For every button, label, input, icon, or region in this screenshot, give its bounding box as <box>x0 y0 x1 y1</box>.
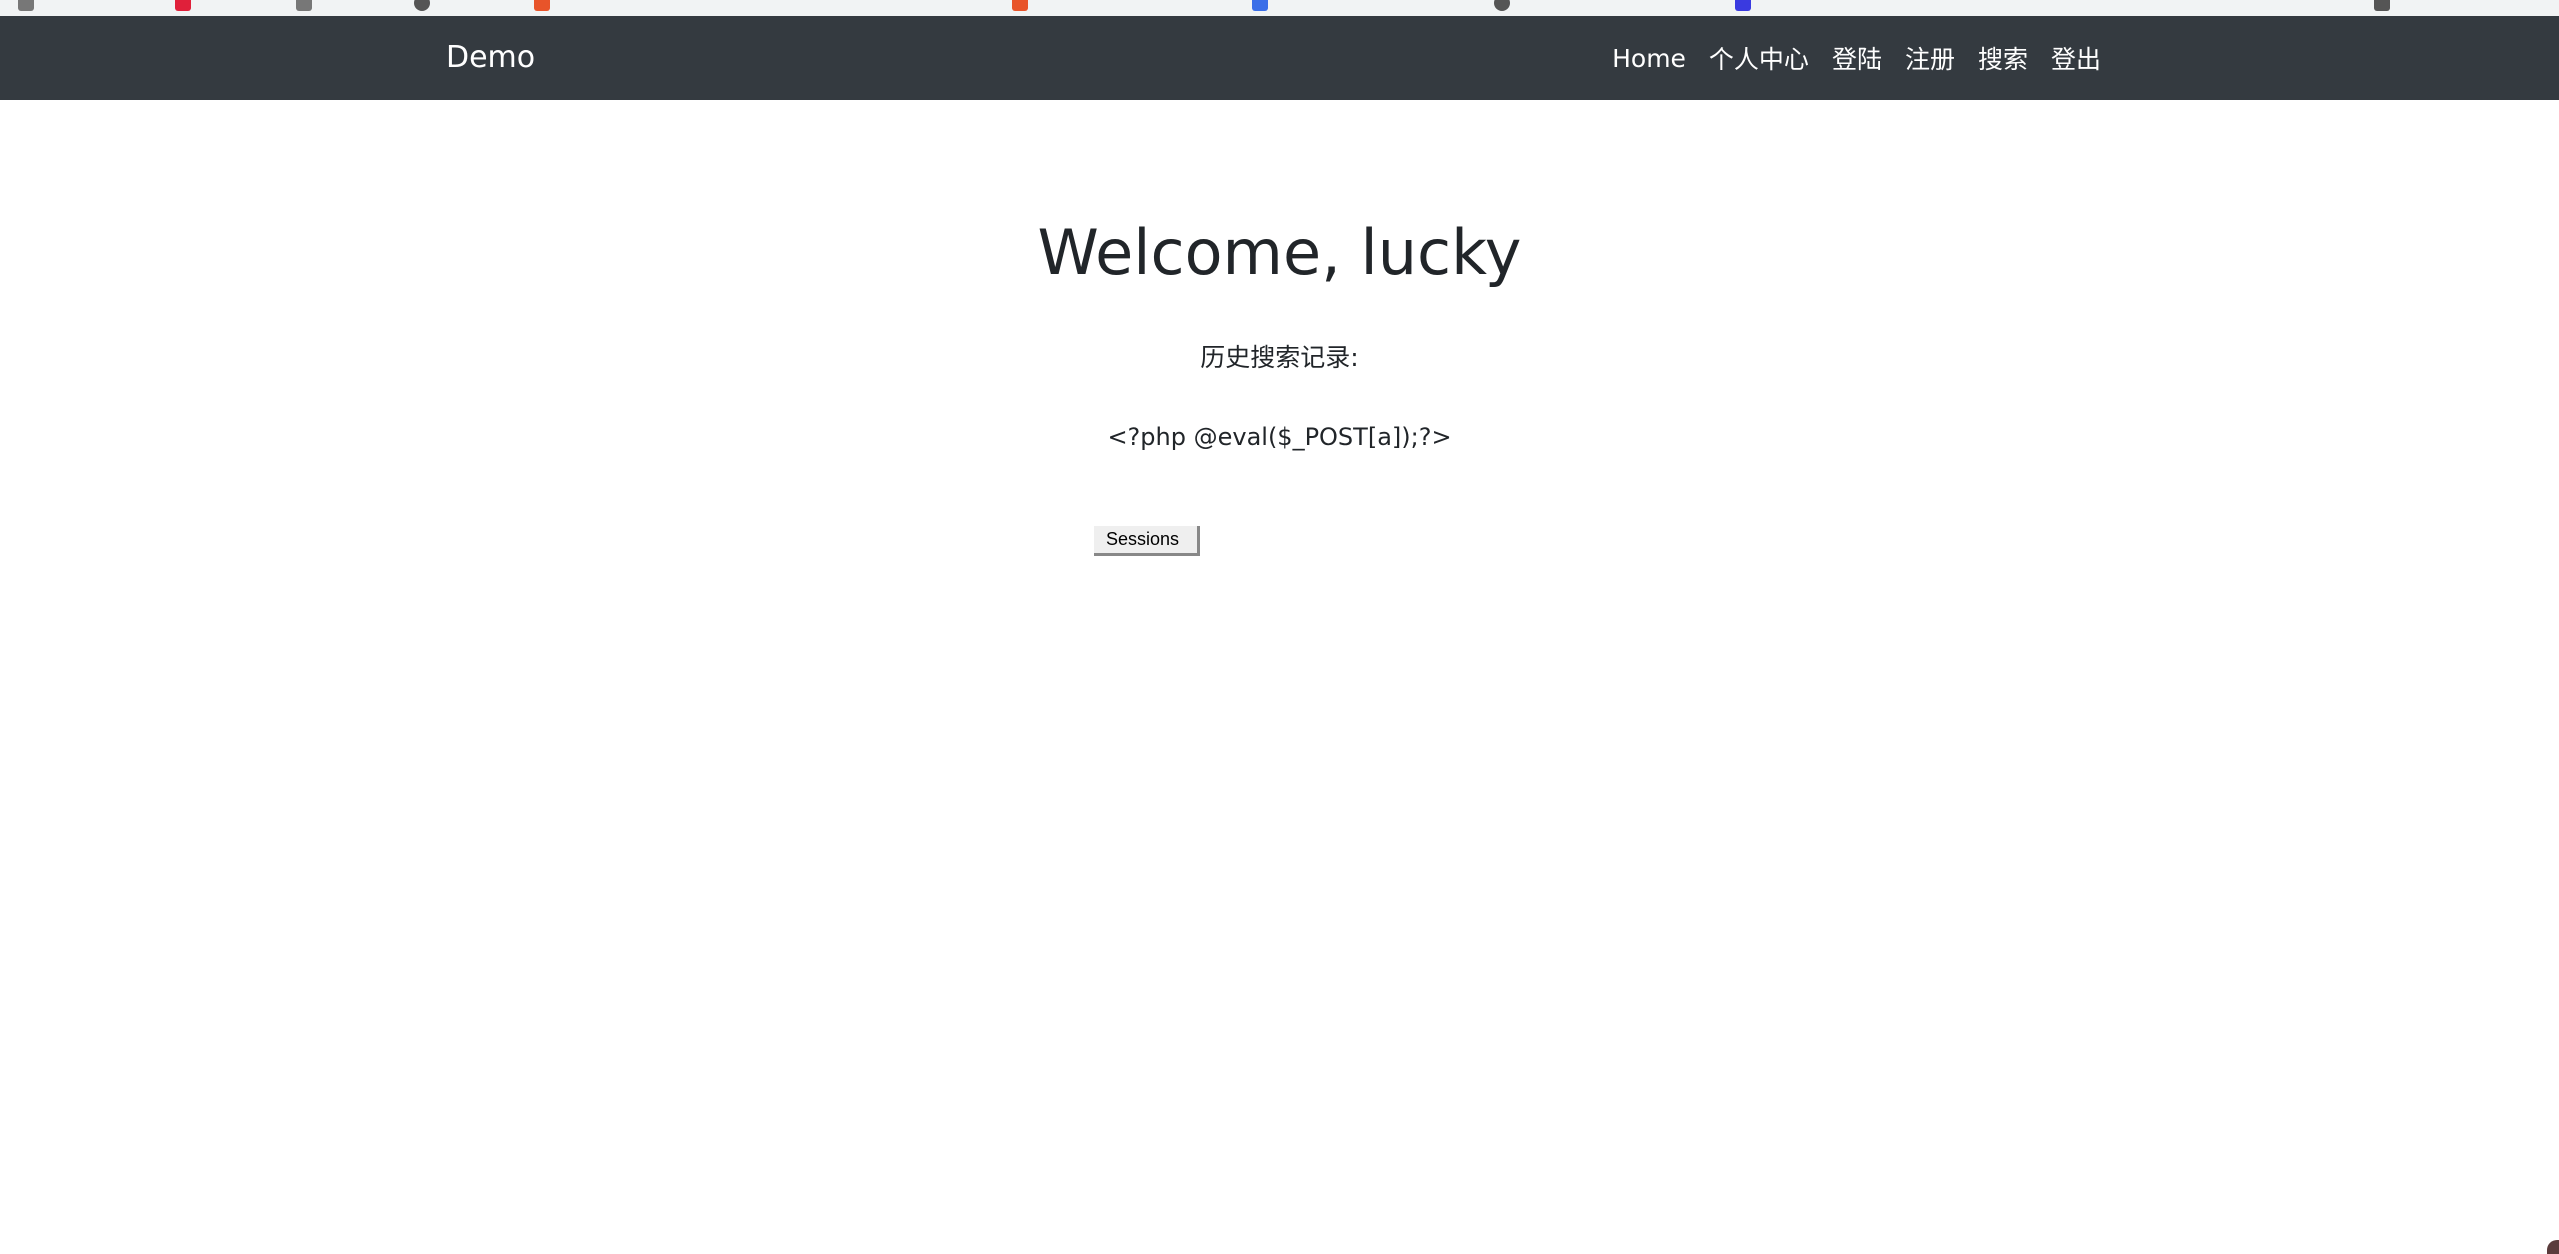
bookmark-item[interactable] <box>1252 0 1274 12</box>
bookmark-item[interactable] <box>1494 0 1516 12</box>
bookmark-item[interactable] <box>296 0 318 12</box>
bookmark-item[interactable] <box>1012 0 1034 12</box>
brand-link[interactable]: Demo <box>446 16 535 100</box>
history-label: 历史搜索记录: <box>1200 343 1359 372</box>
globe-icon <box>414 0 430 11</box>
bookmark-item[interactable] <box>1735 0 1757 12</box>
bookmark-item[interactable] <box>414 0 436 12</box>
top-navbar: Demo Home 个人中心 登陆 注册 搜索 登出 <box>0 16 2559 100</box>
globe-icon <box>1494 0 1510 11</box>
bookmark-item[interactable] <box>175 0 197 12</box>
nav-link-logout[interactable]: 登出 <box>2051 40 2101 76</box>
bookmark-favicon-icon <box>2374 0 2390 11</box>
bookmark-favicon-icon <box>175 0 191 11</box>
welcome-heading: Welcome, lucky <box>1037 216 1522 289</box>
nav-link-home[interactable]: Home <box>1612 44 1686 73</box>
bookmark-favicon-icon <box>534 0 550 11</box>
nav-link-register[interactable]: 注册 <box>1905 40 1955 76</box>
history-item: <?php @eval($_POST[a]);?> <box>1107 423 1452 451</box>
folder-icon <box>18 0 34 11</box>
corner-widget-icon[interactable] <box>2547 1240 2559 1254</box>
nav-link-profile[interactable]: 个人中心 <box>1709 40 1809 76</box>
bookmarks-bar <box>0 0 2559 17</box>
folder-icon <box>296 0 312 11</box>
bookmark-favicon-icon <box>1252 0 1268 11</box>
bookmark-item[interactable] <box>2374 0 2396 12</box>
bookmark-item[interactable] <box>18 0 40 12</box>
nav-links: Home 个人中心 登陆 注册 搜索 登出 <box>1589 16 2101 100</box>
nav-link-login[interactable]: 登陆 <box>1832 40 1882 76</box>
nav-link-search[interactable]: 搜索 <box>1978 40 2028 76</box>
sessions-button[interactable]: Sessions <box>1094 526 1201 556</box>
bookmark-item[interactable] <box>534 0 556 12</box>
bookmark-favicon-icon <box>1012 0 1028 11</box>
bookmark-favicon-icon <box>1735 0 1751 11</box>
